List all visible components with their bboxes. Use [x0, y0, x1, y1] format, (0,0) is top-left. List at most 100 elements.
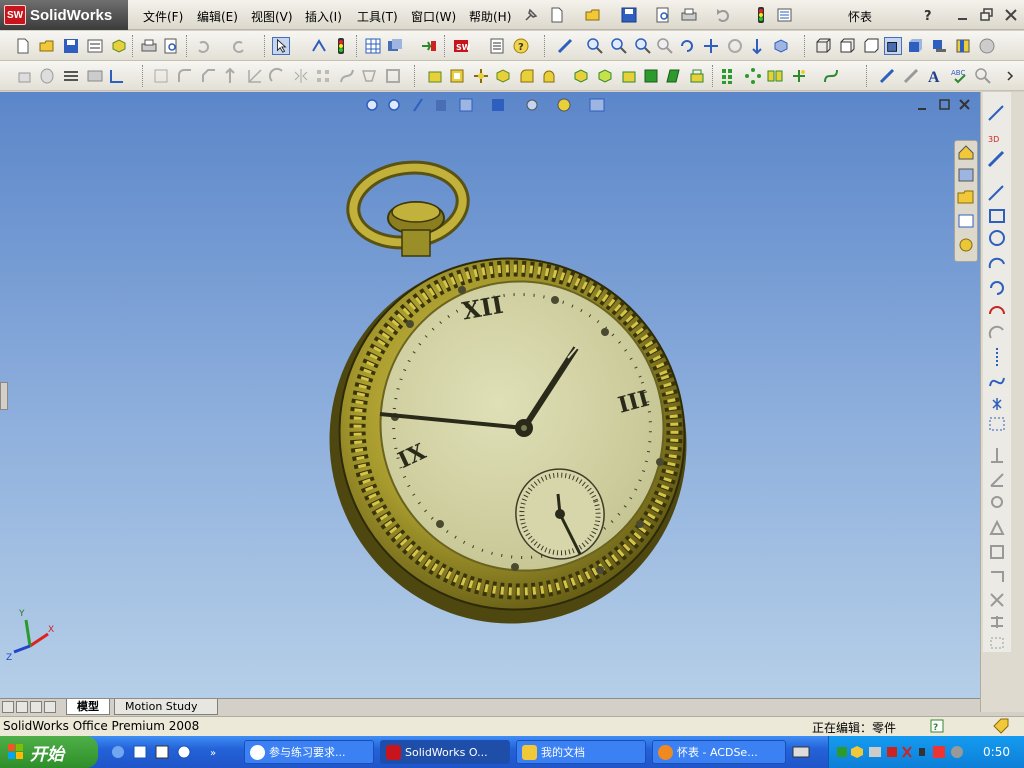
pattern-icon[interactable]: [314, 67, 332, 85]
print-preview-icon[interactable]: [654, 6, 672, 24]
fillet-icon[interactable]: [176, 67, 194, 85]
new-icon[interactable]: [14, 37, 32, 55]
wireframe-icon[interactable]: [814, 37, 832, 55]
zoom-area-icon[interactable]: [610, 37, 628, 55]
fillet-feature-icon[interactable]: [518, 67, 536, 85]
file-properties-icon[interactable]: [488, 37, 506, 55]
save-icon[interactable]: [620, 6, 638, 24]
mirror-feature-icon[interactable]: [766, 67, 784, 85]
mirror-icon[interactable]: [292, 67, 310, 85]
extrude-icon[interactable]: [16, 67, 34, 85]
menu-view[interactable]: 视图(V): [251, 8, 293, 25]
first-tab-button[interactable]: [2, 701, 14, 713]
shell-icon[interactable]: [384, 67, 402, 85]
pin-icon[interactable]: [522, 6, 540, 24]
new-document-icon[interactable]: [548, 6, 566, 24]
trim-icon[interactable]: [246, 67, 264, 85]
quick-launch-icons[interactable]: »: [110, 744, 220, 760]
menu-tools[interactable]: 工具(T): [357, 8, 398, 25]
zoom-to-fit-icon[interactable]: [586, 37, 604, 55]
taskbar-item-acdsee[interactable]: 怀表 - ACDSe...: [652, 740, 786, 764]
properties-icon[interactable]: [86, 37, 104, 55]
hidden-lines-removed-icon[interactable]: [862, 37, 880, 55]
rebuild-icon[interactable]: [310, 37, 328, 55]
view-orientation-icon[interactable]: [772, 37, 790, 55]
tray-icons[interactable]: [835, 744, 975, 760]
curve-icon[interactable]: [822, 67, 840, 85]
next-tab-button[interactable]: [30, 701, 42, 713]
revolve-icon[interactable]: [38, 67, 56, 85]
close-icon[interactable]: [1002, 6, 1020, 24]
appearance-sphere-icon[interactable]: [978, 37, 996, 55]
roll-view-icon[interactable]: [726, 37, 744, 55]
solidworks-resources-icon[interactable]: SW: [452, 37, 470, 55]
status-help-icon[interactable]: ?: [930, 719, 944, 733]
zoom-in-out-icon[interactable]: [634, 37, 652, 55]
spell-check-icon[interactable]: ABC: [950, 67, 968, 85]
app-logo[interactable]: SW SolidWorks: [0, 0, 128, 30]
assembly-icon[interactable]: [110, 37, 128, 55]
help-question-icon[interactable]: ?: [920, 6, 938, 24]
hole-wizard-icon[interactable]: [620, 67, 638, 85]
sweep-icon[interactable]: [338, 67, 356, 85]
smart-dimension-icon[interactable]: [152, 67, 170, 85]
taskbar-item-solidworks[interactable]: SolidWorks O...: [380, 740, 510, 764]
shadows-icon[interactable]: [930, 37, 948, 55]
shaded-with-edges-icon[interactable]: [884, 37, 902, 55]
linear-pattern-icon[interactable]: [720, 67, 738, 85]
traffic-light-icon[interactable]: [332, 37, 350, 55]
open-folder-icon[interactable]: [584, 6, 602, 24]
loft-feature-icon[interactable]: [494, 67, 512, 85]
pan-icon[interactable]: [702, 37, 720, 55]
rotate-icon[interactable]: [678, 37, 696, 55]
base-extrude-icon[interactable]: [426, 67, 444, 85]
undo-icon[interactable]: [714, 6, 732, 24]
toolbar-overflow-chevron-icon[interactable]: [1002, 67, 1020, 85]
keyboard-icon[interactable]: [792, 744, 810, 760]
revolved-cut-icon[interactable]: [596, 67, 614, 85]
smart-dimension-tool-icon[interactable]: [878, 67, 896, 85]
model-items-icon[interactable]: [902, 67, 920, 85]
menu-file[interactable]: 文件(F): [143, 8, 183, 25]
print-icon[interactable]: [680, 6, 698, 24]
layers-icon[interactable]: [386, 37, 404, 55]
hatch-icon[interactable]: [86, 67, 104, 85]
save-icon[interactable]: [62, 37, 80, 55]
tab-model[interactable]: 模型: [66, 699, 110, 715]
lines-icon[interactable]: [62, 67, 80, 85]
base-revolve-icon[interactable]: [448, 67, 466, 85]
undo-icon[interactable]: [194, 37, 212, 55]
tab-motion-study[interactable]: Motion Study 1: [114, 699, 218, 728]
redo-icon[interactable]: [230, 37, 248, 55]
section-view-icon[interactable]: [954, 37, 972, 55]
loft-icon[interactable]: [360, 67, 378, 85]
menu-window[interactable]: 窗口(W): [411, 8, 456, 25]
open-icon[interactable]: [38, 37, 56, 55]
restore-icon[interactable]: [978, 6, 996, 24]
hidden-lines-visible-icon[interactable]: [838, 37, 856, 55]
start-button[interactable]: 开始: [0, 736, 98, 768]
zoom-selection-icon[interactable]: [656, 37, 674, 55]
last-tab-button[interactable]: [44, 701, 56, 713]
menu-edit[interactable]: 编辑(E): [197, 8, 238, 25]
minimize-icon[interactable]: [954, 6, 972, 24]
extruded-cut-icon[interactable]: [572, 67, 590, 85]
rebuild-traffic-light-icon[interactable]: [752, 6, 770, 24]
dome-icon[interactable]: [540, 67, 558, 85]
sweep-feature-icon[interactable]: [472, 67, 490, 85]
measure-icon[interactable]: [556, 37, 574, 55]
reference-point-icon[interactable]: [790, 67, 808, 85]
help-icon[interactable]: ?: [512, 37, 530, 55]
wrap-icon[interactable]: [688, 67, 706, 85]
grid-icon[interactable]: [364, 37, 382, 55]
find-icon[interactable]: [974, 67, 992, 85]
offset-icon[interactable]: [222, 67, 240, 85]
print-icon[interactable]: [140, 37, 158, 55]
status-tag-icon[interactable]: [992, 718, 1010, 734]
dimension-icon[interactable]: [108, 67, 126, 85]
arc-icon[interactable]: [268, 67, 286, 85]
print-preview-icon[interactable]: [162, 37, 180, 55]
menu-insert[interactable]: 插入(I): [305, 8, 342, 25]
rib-icon[interactable]: [642, 67, 660, 85]
menu-help[interactable]: 帮助(H): [469, 8, 511, 25]
